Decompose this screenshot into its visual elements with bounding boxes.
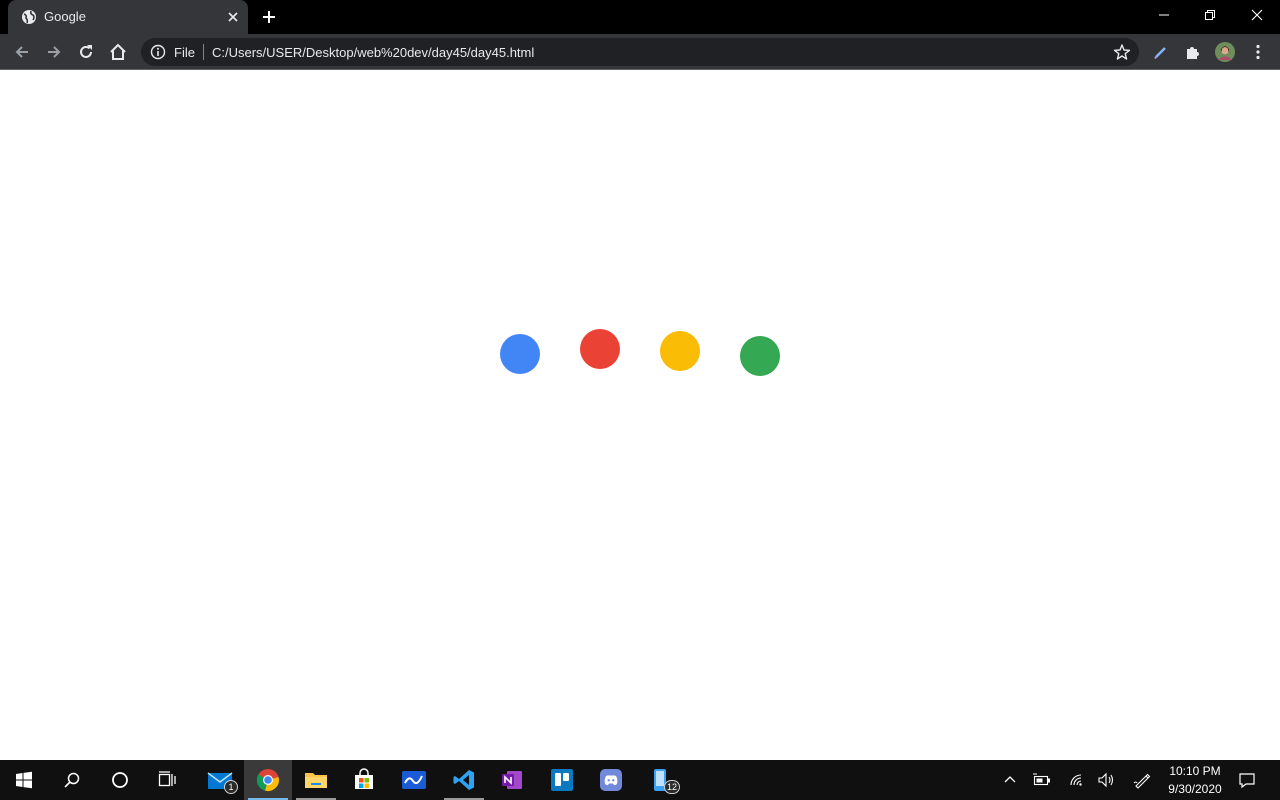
menu-icon[interactable] [1248, 42, 1268, 62]
info-icon[interactable] [150, 44, 166, 60]
forward-icon[interactable] [44, 42, 64, 62]
address-bar[interactable]: File C:/Users/USER/Desktop/web%20dev/day… [141, 38, 1139, 66]
vscode-app-icon[interactable] [440, 760, 488, 800]
minimize-icon[interactable] [1141, 0, 1187, 30]
mail-badge: 1 [224, 780, 238, 794]
clock-date[interactable]: 9/30/2020 [1160, 782, 1230, 796]
mail-app-icon[interactable]: 1 [196, 760, 244, 800]
page-viewport [0, 71, 1280, 760]
extensions-icon[interactable] [1183, 42, 1203, 62]
chrome-app-icon[interactable] [244, 760, 292, 800]
url-scheme-label: File [174, 45, 195, 60]
browser-toolbar: File C:/Users/USER/Desktop/web%20dev/day… [0, 34, 1280, 70]
notification-icon[interactable] [1237, 770, 1257, 790]
globe-icon [21, 9, 37, 25]
windows-taskbar: 1 12 [0, 760, 1280, 800]
restore-icon[interactable] [1187, 0, 1233, 30]
phone-badge: 12 [664, 780, 680, 794]
windows-start-icon[interactable] [0, 760, 48, 800]
bookmark-star-icon[interactable] [1113, 43, 1131, 61]
tab-title: Google [44, 9, 86, 24]
omnibox-divider [203, 44, 204, 60]
browser-titlebar: Google [0, 0, 1280, 34]
chevron-up-icon[interactable] [1000, 770, 1020, 790]
discord-app-icon[interactable] [587, 760, 635, 800]
pen-icon[interactable] [1151, 42, 1171, 62]
reload-icon[interactable] [76, 42, 96, 62]
close-window-icon[interactable] [1234, 0, 1280, 30]
whiteboard-app-icon[interactable] [390, 760, 438, 800]
trello-app-icon[interactable] [538, 760, 586, 800]
volume-icon[interactable] [1096, 770, 1116, 790]
battery-icon[interactable] [1032, 770, 1052, 790]
wifi-icon[interactable] [1066, 770, 1086, 790]
back-icon[interactable] [12, 42, 32, 62]
store-app-icon[interactable] [340, 760, 388, 800]
url-text[interactable]: C:/Users/USER/Desktop/web%20dev/day45/da… [212, 45, 534, 60]
clock-time[interactable]: 10:10 PM [1160, 764, 1230, 778]
file-explorer-icon[interactable] [292, 760, 340, 800]
cortana-icon[interactable] [96, 760, 144, 800]
task-view-icon[interactable] [144, 760, 192, 800]
browser-tab[interactable]: Google [8, 0, 248, 34]
close-tab-icon[interactable] [224, 8, 242, 26]
yellow-dot [660, 331, 700, 371]
profile-avatar[interactable] [1215, 42, 1235, 62]
onenote-app-icon[interactable] [488, 760, 536, 800]
home-icon[interactable] [108, 42, 128, 62]
green-dot [740, 336, 780, 376]
phone-app-icon[interactable]: 12 [636, 760, 684, 800]
new-tab-icon[interactable] [260, 8, 278, 26]
blue-dot [500, 334, 540, 374]
red-dot [580, 329, 620, 369]
search-icon[interactable] [48, 760, 96, 800]
pen-workspace-icon[interactable] [1132, 770, 1152, 790]
